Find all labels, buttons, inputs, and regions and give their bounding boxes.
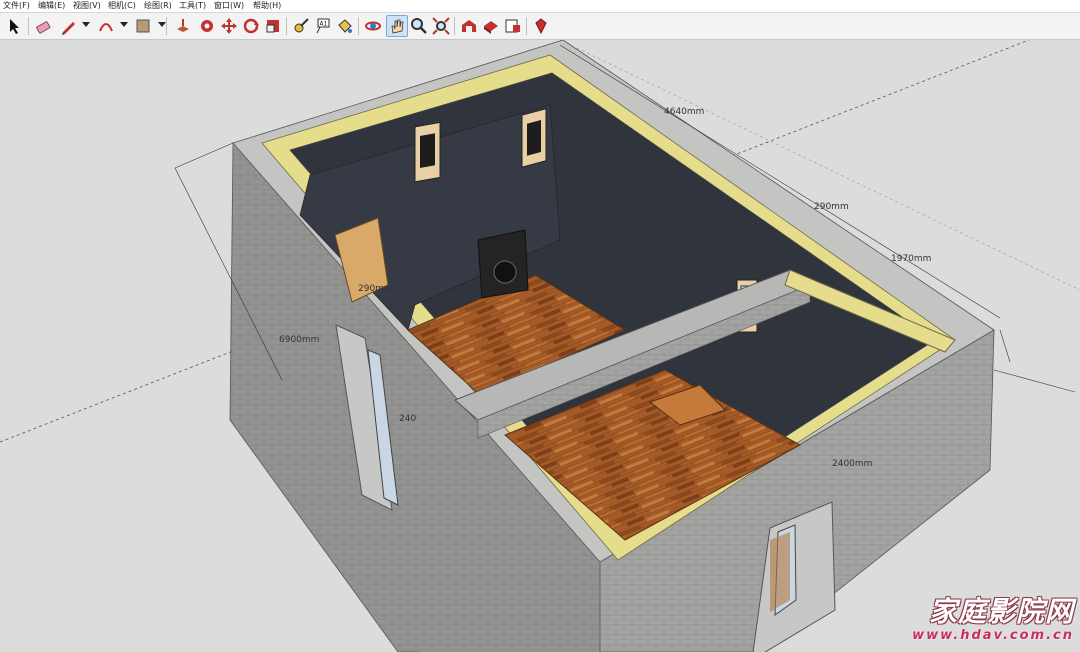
- menu-item-0[interactable]: 文件(F): [2, 0, 31, 12]
- follow-me-icon: [201, 20, 213, 32]
- tape-measure-tool-button[interactable]: [290, 15, 312, 37]
- pencil-tool-button[interactable]: [58, 15, 80, 37]
- watermark-title: 家庭影院网: [928, 595, 1074, 628]
- scale-icon: [266, 20, 279, 33]
- warehouse-tool-button[interactable]: [458, 15, 480, 37]
- pan-tool-button[interactable]: [386, 15, 408, 37]
- dim-front-length: 2400mm: [832, 459, 872, 469]
- toolbar-separator: [286, 17, 287, 35]
- menu-item-4[interactable]: 绘图(R): [143, 0, 173, 12]
- follow-me-tool-button[interactable]: [196, 15, 218, 37]
- toolbar-separator: [454, 17, 455, 35]
- push-pull-tool-button[interactable]: [172, 15, 194, 37]
- send-to-layout-icon: [505, 19, 520, 33]
- dim-inner-partition: 290mm: [358, 284, 393, 294]
- scale-tool-button[interactable]: [262, 15, 284, 37]
- orbit-tool-button[interactable]: [362, 15, 384, 37]
- svg-text:A1: A1: [320, 21, 328, 28]
- dim-partition-thickness: 290mm: [814, 202, 849, 212]
- toolbar: A1: [0, 13, 1080, 40]
- move-arrows-icon: [221, 18, 237, 34]
- menu-item-2[interactable]: 视图(V): [72, 0, 102, 12]
- paint-bucket-icon: [338, 19, 352, 33]
- eraser-tool-button[interactable]: [32, 15, 54, 37]
- arc-icon: [99, 23, 113, 32]
- arrow-cursor-icon: [10, 19, 19, 34]
- menu-item-6[interactable]: 窗口(W): [213, 0, 245, 12]
- chevron-down-icon[interactable]: [158, 22, 166, 27]
- room-model: [174, 40, 1076, 652]
- toolbar-separator: [28, 17, 29, 35]
- move-tool-button[interactable]: [218, 15, 240, 37]
- eraser-icon: [36, 21, 51, 34]
- dim-left-width: 6900mm: [279, 335, 319, 345]
- send-layout-tool-button[interactable]: [502, 15, 524, 37]
- dim-height: 240: [399, 414, 416, 424]
- rotate-tool-button[interactable]: [240, 15, 262, 37]
- magnifier-icon: [411, 18, 427, 34]
- menu-item-5[interactable]: 工具(T): [178, 0, 207, 12]
- warehouse-icon: [462, 20, 476, 32]
- select-tool-button[interactable]: [4, 15, 26, 37]
- zoom-tool-button[interactable]: [408, 15, 430, 37]
- rotate-icon: [243, 18, 259, 34]
- menu-item-7[interactable]: 帮助(H): [252, 0, 282, 12]
- shape-tool-button[interactable]: [132, 15, 154, 37]
- model-viewport[interactable]: 4640mm 290mm 1970mm 6900mm 290mm 240 240…: [0, 40, 1080, 652]
- share-model-icon: [484, 21, 498, 34]
- pencil-icon: [62, 22, 75, 35]
- menu-item-3[interactable]: 相机(C): [107, 0, 137, 12]
- dim-rear-room-length: 1970mm: [891, 254, 931, 264]
- watermark: 家庭影院网 www.hdav.com.cn: [912, 596, 1074, 644]
- toolbar-separator: [526, 17, 527, 35]
- chevron-down-icon[interactable]: [82, 22, 90, 27]
- ruby-icon: [535, 18, 547, 35]
- ruby-tool-button[interactable]: [530, 15, 552, 37]
- watermark-url: www.hdav.com.cn: [912, 628, 1074, 643]
- hand-icon: [391, 19, 404, 34]
- tape-measure-icon: [294, 18, 309, 33]
- text-tool-button[interactable]: A1: [312, 15, 334, 37]
- orbit-icon: [365, 21, 381, 31]
- push-pull-icon: [177, 19, 189, 32]
- dim-top-length: 4640mm: [664, 107, 704, 117]
- chevron-down-icon[interactable]: [120, 22, 128, 27]
- menu-bar: 文件(F) 编辑(E) 视图(V) 相机(C) 绘图(R) 工具(T) 窗口(W) 帮助(H): [0, 0, 1080, 13]
- share-model-tool-button[interactable]: [480, 15, 502, 37]
- text-label-icon: A1: [316, 18, 330, 34]
- paint-bucket-tool-button[interactable]: [334, 15, 356, 37]
- arc-tool-button[interactable]: [95, 15, 117, 37]
- menu-item-1[interactable]: 编辑(E): [37, 0, 66, 12]
- zoom-extents-tool-button[interactable]: [430, 15, 452, 37]
- zoom-extents-icon: [432, 17, 450, 35]
- toolbar-separator: [358, 17, 359, 35]
- rectangle-icon: [136, 19, 150, 33]
- toolbar-separator: [166, 17, 167, 35]
